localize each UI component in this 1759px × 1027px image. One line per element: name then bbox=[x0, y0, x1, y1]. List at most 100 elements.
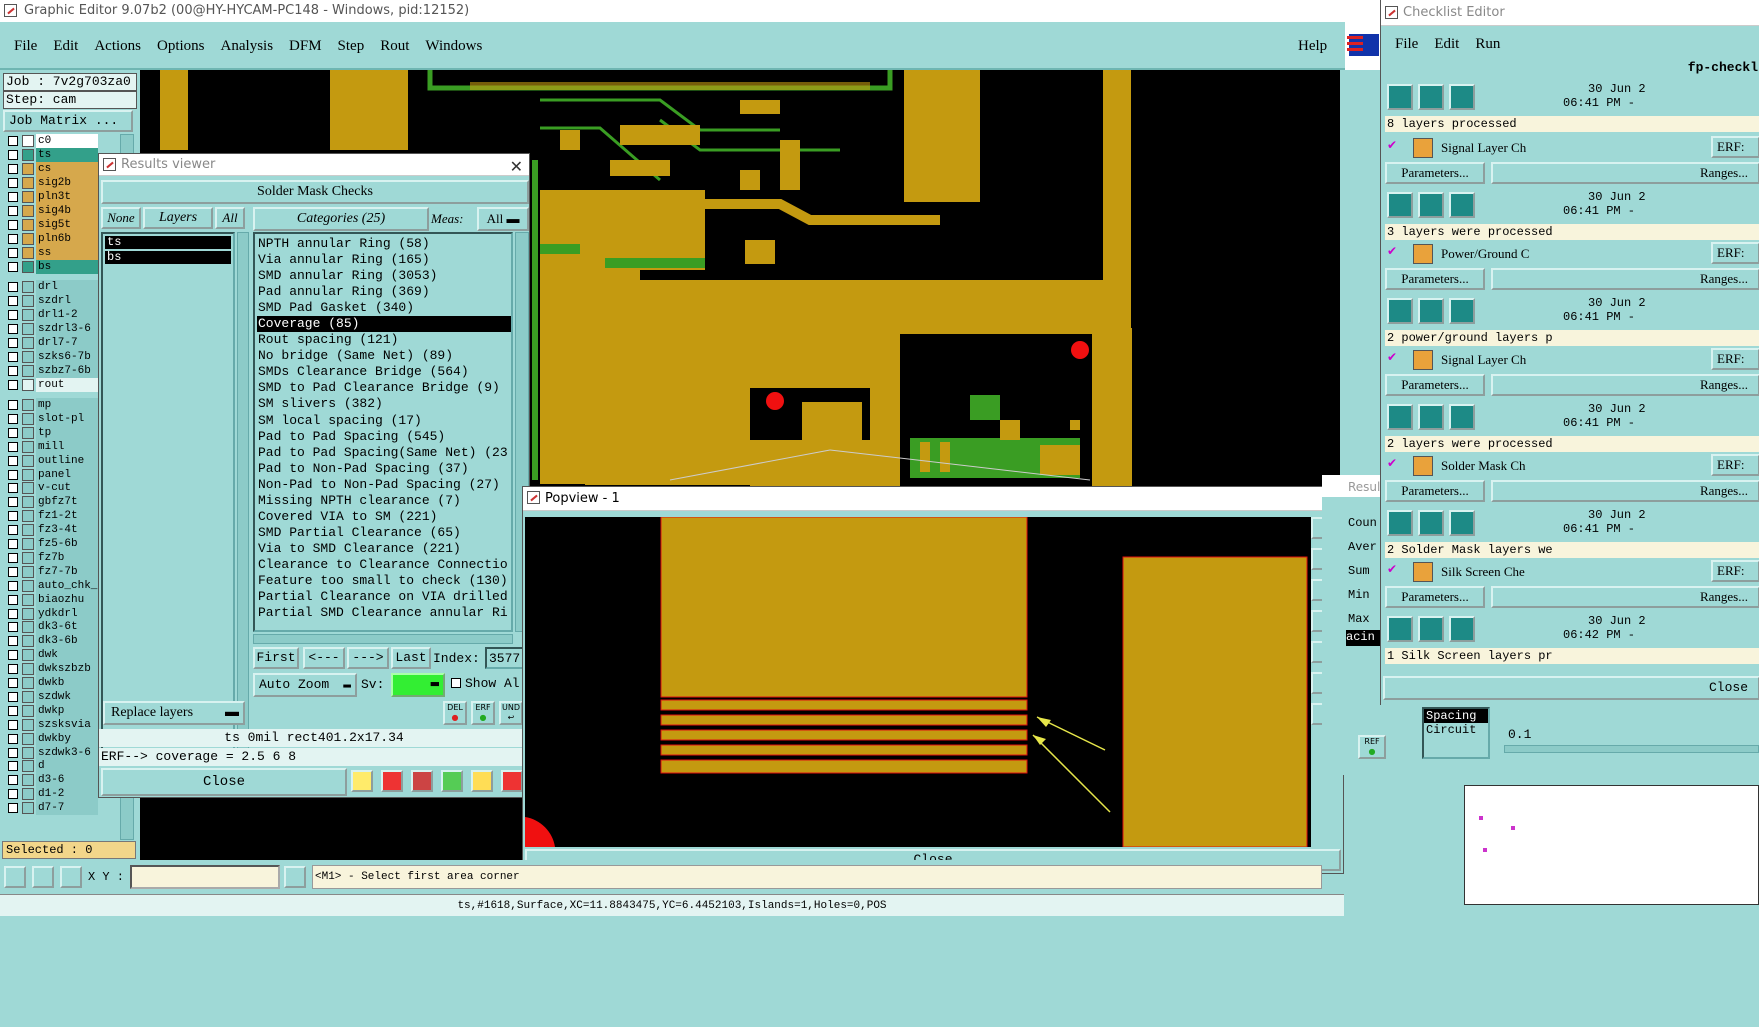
layer-color-swatch[interactable] bbox=[22, 281, 34, 293]
category-item[interactable]: Partial Clearance on VIA drilled bbox=[257, 589, 511, 605]
popview-canvas[interactable] bbox=[525, 517, 1311, 847]
layer-color-swatch[interactable] bbox=[22, 593, 34, 606]
layer-name[interactable]: sig5t bbox=[36, 218, 98, 232]
layer-name[interactable]: d1-2 bbox=[36, 787, 98, 802]
layer-name[interactable]: biaozhu bbox=[36, 592, 98, 607]
layer-color-swatch[interactable] bbox=[22, 607, 34, 620]
category-item[interactable]: Non-Pad to Non-Pad Spacing (27) bbox=[257, 477, 511, 493]
layer-row[interactable]: panel bbox=[6, 467, 98, 482]
layer-name[interactable]: dwkby bbox=[36, 731, 98, 746]
meas-dropdown[interactable]: All ▬ bbox=[477, 207, 529, 231]
layer-checkbox[interactable] bbox=[8, 296, 18, 306]
layer-row[interactable]: szks6-7b bbox=[6, 350, 98, 364]
hide-icon[interactable] bbox=[1449, 298, 1475, 324]
category-item[interactable]: SMDs Clearance Bridge (564) bbox=[257, 364, 511, 380]
run-icon[interactable] bbox=[1387, 404, 1413, 430]
layer-color-swatch[interactable] bbox=[22, 191, 34, 203]
layer-row[interactable]: ydkdrl bbox=[6, 606, 98, 621]
hide-icon[interactable] bbox=[1449, 510, 1475, 536]
layer-color-swatch[interactable] bbox=[22, 454, 34, 467]
layer-checkbox[interactable] bbox=[8, 803, 18, 814]
action-name[interactable]: Signal Layer Ch bbox=[1441, 140, 1526, 156]
layer-color-swatch[interactable] bbox=[22, 551, 34, 564]
menu-edit[interactable]: Edit bbox=[53, 38, 78, 55]
layer-name[interactable]: d bbox=[36, 759, 98, 774]
layer-color-swatch[interactable] bbox=[22, 621, 34, 634]
layer-checkbox[interactable] bbox=[8, 338, 18, 348]
layer-name[interactable]: bs bbox=[36, 260, 98, 274]
info-icon[interactable] bbox=[284, 866, 306, 888]
hide-icon[interactable] bbox=[1449, 84, 1475, 110]
categories-hscroll[interactable] bbox=[253, 634, 513, 644]
number-icon[interactable] bbox=[441, 770, 463, 792]
layer-row[interactable]: szbz7-6b bbox=[6, 364, 98, 378]
parameters-button[interactable]: Parameters... bbox=[1385, 586, 1485, 608]
layer-color-swatch[interactable] bbox=[22, 412, 34, 425]
layer-row[interactable]: auto_chk_r bbox=[6, 578, 104, 593]
layer-row[interactable]: dwkby bbox=[6, 731, 98, 746]
layer-color-swatch[interactable] bbox=[22, 732, 34, 745]
hide-icon[interactable] bbox=[1449, 404, 1475, 430]
auto-zoom-dropdown[interactable]: Auto Zoom ▬ bbox=[253, 673, 357, 697]
run-icon[interactable] bbox=[1387, 192, 1413, 218]
layer-checkbox[interactable] bbox=[8, 552, 18, 563]
layer-name[interactable]: dk3-6b bbox=[36, 634, 98, 649]
layer-color-swatch[interactable] bbox=[22, 690, 34, 703]
show-icon[interactable] bbox=[1418, 616, 1444, 642]
layer-name[interactable]: d3-6 bbox=[36, 773, 98, 788]
layer-color-swatch[interactable] bbox=[22, 337, 34, 349]
ranges-button[interactable]: Ranges... bbox=[1491, 480, 1759, 502]
layer-color-swatch[interactable] bbox=[22, 219, 34, 231]
layer-checkbox[interactable] bbox=[8, 664, 18, 675]
layer-row[interactable]: rout bbox=[6, 378, 98, 392]
layer-color-swatch[interactable] bbox=[22, 323, 34, 335]
category-item[interactable]: SMD Partial Clearance (65) bbox=[257, 525, 511, 541]
layer-checkbox[interactable] bbox=[8, 511, 18, 522]
category-item[interactable]: Rout spacing (121) bbox=[257, 332, 511, 348]
layer-row[interactable]: szdwk bbox=[6, 689, 98, 704]
layer-name[interactable]: ydkdrl bbox=[36, 606, 98, 621]
job-matrix-button[interactable]: Job Matrix ... bbox=[3, 110, 133, 132]
layer-checkbox[interactable] bbox=[8, 413, 18, 424]
show-all-checkbox[interactable] bbox=[451, 678, 461, 688]
layer-color-swatch[interactable] bbox=[22, 365, 34, 377]
del-button[interactable]: DEL ● bbox=[443, 701, 467, 725]
layer-color-swatch[interactable] bbox=[22, 399, 34, 411]
layer-color-swatch[interactable] bbox=[22, 718, 34, 731]
erf-dropdown[interactable]: ERF: bbox=[1711, 348, 1759, 370]
layer-color-swatch[interactable] bbox=[22, 649, 34, 662]
layer-row[interactable]: ss bbox=[6, 246, 98, 260]
measure-tool-icon[interactable] bbox=[32, 866, 54, 888]
layer-checkbox[interactable] bbox=[8, 733, 18, 744]
ranges-button[interactable]: Ranges... bbox=[1491, 374, 1759, 396]
category-item[interactable]: Feature too small to check (130) bbox=[257, 573, 511, 589]
category-item[interactable]: Clearance to Clearance Connectio bbox=[257, 557, 511, 573]
layer-color-swatch[interactable] bbox=[22, 149, 34, 161]
run-icon[interactable] bbox=[1387, 510, 1413, 536]
layer-color-swatch[interactable] bbox=[22, 440, 34, 453]
layer-name[interactable]: d7-7 bbox=[36, 801, 98, 816]
layer-row[interactable]: mp bbox=[6, 398, 98, 412]
layer-name[interactable]: fz7b bbox=[36, 550, 98, 565]
layer-row[interactable]: d3-6 bbox=[6, 773, 98, 788]
layer-color-swatch[interactable] bbox=[22, 496, 34, 509]
spacing-tab[interactable]: acin bbox=[1346, 630, 1382, 646]
layer-row[interactable]: d bbox=[6, 759, 98, 774]
menu-step[interactable]: Step bbox=[338, 38, 365, 55]
layer-checkbox[interactable] bbox=[8, 310, 18, 320]
last-button[interactable]: Last bbox=[391, 647, 431, 669]
layer-row[interactable]: drl bbox=[6, 280, 98, 294]
layer-color-swatch[interactable] bbox=[22, 295, 34, 307]
menu-options[interactable]: Options bbox=[157, 38, 205, 55]
layer-name[interactable]: drl7-7 bbox=[36, 336, 98, 350]
layer-row[interactable]: sig5t bbox=[6, 218, 98, 232]
layer-checkbox[interactable] bbox=[8, 400, 18, 410]
layer-color-swatch[interactable] bbox=[22, 579, 34, 592]
first-button[interactable]: First bbox=[253, 647, 299, 669]
layer-checkbox[interactable] bbox=[8, 178, 18, 188]
flag-icon[interactable] bbox=[381, 770, 403, 792]
layer-color-swatch[interactable] bbox=[22, 704, 34, 717]
layer-checkbox[interactable] bbox=[8, 136, 18, 146]
action-name[interactable]: Signal Layer Ch bbox=[1441, 352, 1526, 368]
category-item[interactable]: No bridge (Same Net) (89) bbox=[257, 348, 511, 364]
